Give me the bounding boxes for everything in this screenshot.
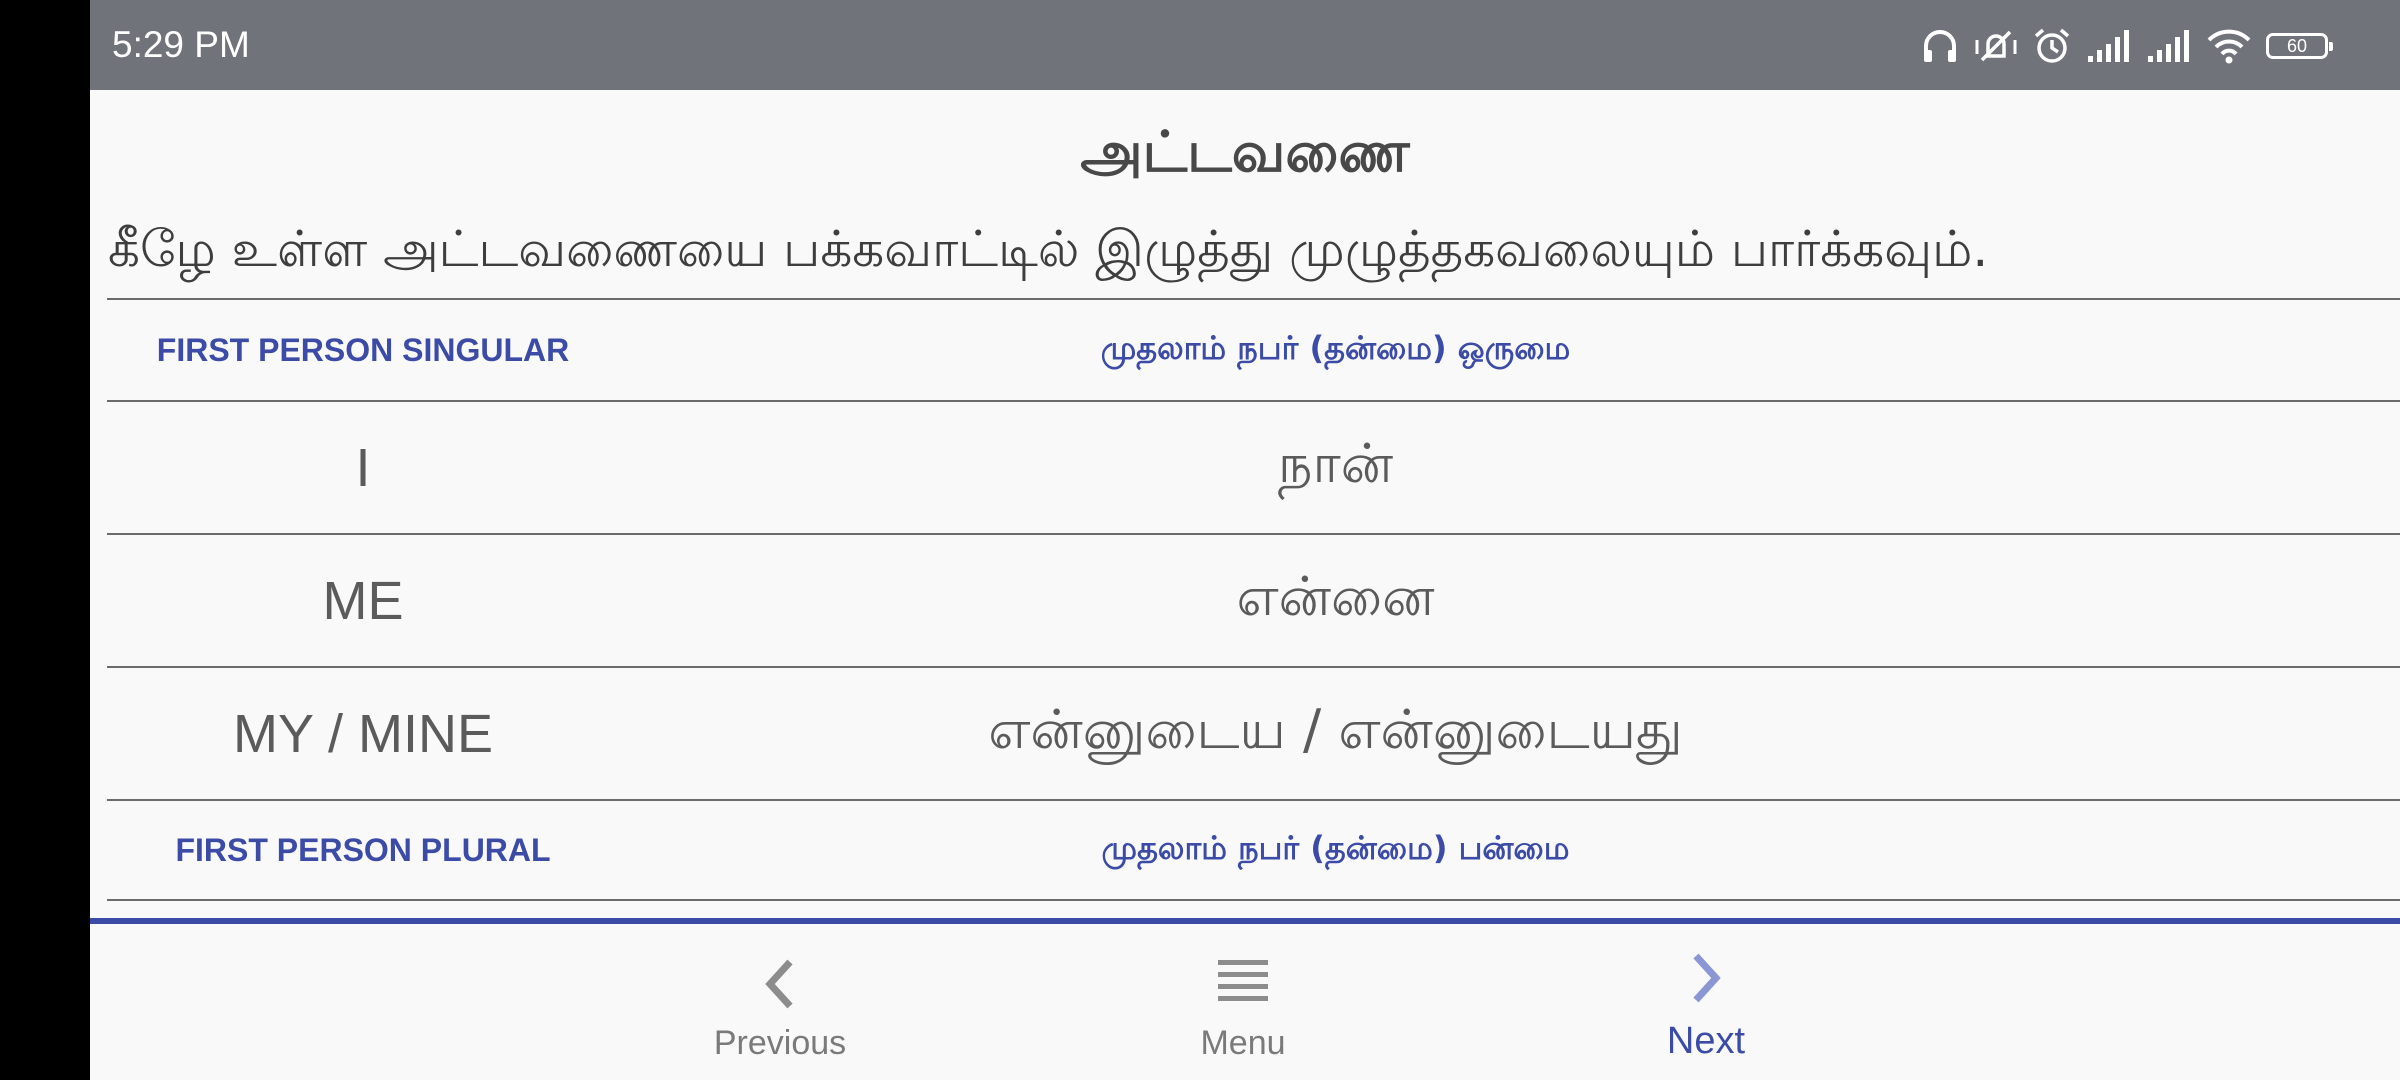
chevron-left-icon <box>765 959 793 1009</box>
previous-label: Previous <box>713 1024 847 1062</box>
page-title: அட்டவணை <box>1080 120 1410 185</box>
app-screen: 5:29 PM 60 அட்டவணை கீழே உள்ள அட்டவணையை ப… <box>90 0 2400 1080</box>
status-icons: 60 <box>1920 24 2333 68</box>
cell-english: ME <box>322 570 404 631</box>
signal-icon <box>2146 28 2192 64</box>
next-label: Next <box>1666 1020 1746 1062</box>
header-english: FIRST PERSON SINGULAR <box>156 331 570 368</box>
menu-button[interactable]: Menu <box>1123 924 1363 1080</box>
wifi-icon <box>2206 28 2252 64</box>
chevron-right-icon <box>1693 953 1721 1003</box>
status-time: 5:29 PM <box>112 24 250 65</box>
table-header-row: FIRST PERSON SINGULAR முதலாம் நபர் (தன்ம… <box>107 298 2400 400</box>
header-english: FIRST PERSON PLURAL <box>175 831 551 868</box>
header-tamil: முதலாம் நபர் (தன்மை) ஒருமை <box>1100 329 1571 367</box>
table-row: ME என்னை <box>107 533 2400 666</box>
signal-icon <box>2086 28 2132 64</box>
alarm-icon <box>2032 26 2072 66</box>
header-tamil: முதலாம் நபர் (தன்மை) பன்மை <box>1101 829 1570 867</box>
headset-icon <box>1920 26 1960 66</box>
battery-level: 60 <box>2286 36 2308 56</box>
menu-label: Menu <box>1200 1024 1286 1062</box>
previous-button[interactable]: Previous <box>660 924 900 1080</box>
cell-tamil: என்னை <box>1236 565 1435 628</box>
cell-tamil: நான் <box>1277 432 1394 495</box>
table-row: I நான் <box>107 400 2400 533</box>
table-header-row: FIRST PERSON PLURAL முதலாம் நபர் (தன்மை)… <box>107 799 2400 901</box>
pronoun-table[interactable]: FIRST PERSON SINGULAR முதலாம் நபர் (தன்ம… <box>107 298 2400 901</box>
cell-tamil: என்னுடைய / என்னுடையது <box>988 698 1683 761</box>
next-button[interactable]: Next <box>1586 924 1826 1080</box>
cell-english: I <box>355 437 371 498</box>
cell-english: MY / MINE <box>232 703 494 764</box>
mute-vibrate-icon <box>1974 26 2018 66</box>
table-row: MY / MINE என்னுடைய / என்னுடையது <box>107 666 2400 799</box>
battery-icon: 60 <box>2266 33 2333 59</box>
bottom-navigation: Previous Menu Next <box>90 918 2400 1080</box>
instruction-text: கீழே உள்ள அட்டவணையை பக்கவாட்டில் இழுத்து… <box>108 220 1989 278</box>
status-bar: 5:29 PM 60 <box>90 0 2400 90</box>
menu-icon <box>1218 960 1268 1001</box>
